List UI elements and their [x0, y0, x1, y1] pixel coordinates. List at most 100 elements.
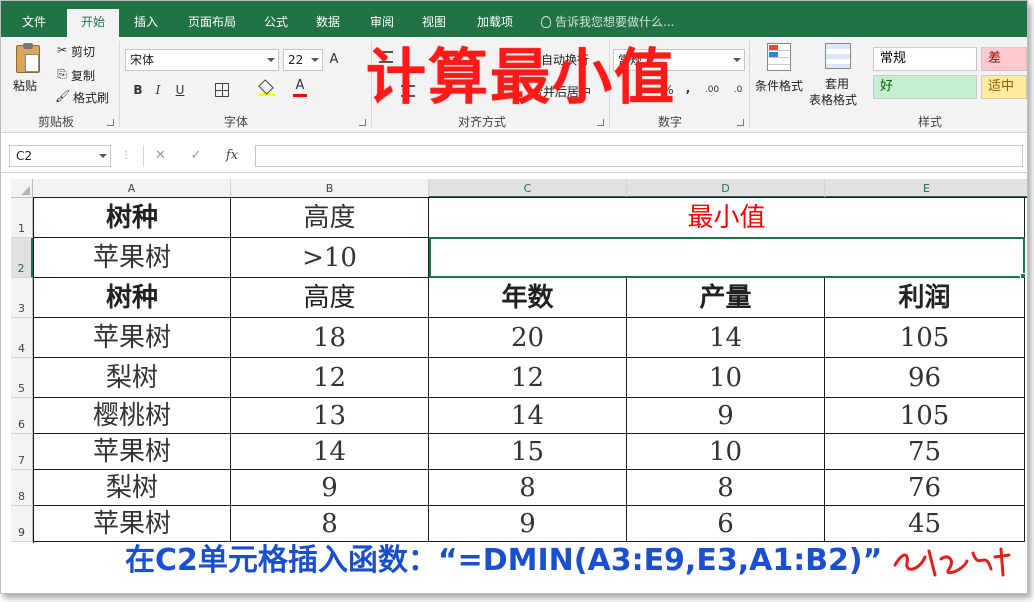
- cell-b8[interactable]: 9: [231, 470, 429, 506]
- column-header-a[interactable]: A: [33, 179, 231, 198]
- style-neutral[interactable]: 适中: [981, 75, 1027, 99]
- cell-a5[interactable]: 梨树: [34, 358, 231, 398]
- cell-a6[interactable]: 樱桃树: [34, 398, 231, 434]
- column-header-c[interactable]: C: [429, 179, 627, 198]
- clipboard-group-label: 剪贴板: [37, 115, 74, 129]
- cell-d6[interactable]: 9: [627, 398, 825, 434]
- row-header-3[interactable]: 3: [11, 278, 33, 318]
- cell-c5[interactable]: 12: [429, 358, 627, 398]
- cell-e7[interactable]: 75: [825, 434, 1025, 470]
- cell-d9[interactable]: 6: [627, 506, 825, 542]
- format-as-table-button[interactable]: 套用 表格格式: [809, 41, 869, 111]
- cell-c6[interactable]: 14: [429, 398, 627, 434]
- row-header-4[interactable]: 4: [11, 318, 33, 358]
- style-normal[interactable]: 常规: [873, 47, 977, 71]
- tell-me-text: 告诉我您想要做什么...: [555, 15, 675, 29]
- font-name-select[interactable]: 宋体: [125, 49, 279, 71]
- italic-button[interactable]: I: [151, 81, 165, 99]
- tab-view[interactable]: 视图: [413, 9, 455, 37]
- conditional-format-icon: [767, 43, 791, 71]
- cell-d3[interactable]: 产量: [627, 278, 825, 318]
- cell-c4[interactable]: 20: [429, 318, 627, 358]
- cell-e6[interactable]: 105: [825, 398, 1025, 434]
- tab-formulas[interactable]: 公式: [255, 9, 297, 37]
- cell-a2[interactable]: 苹果树: [34, 238, 231, 278]
- column-header-e[interactable]: E: [825, 179, 1027, 198]
- alignment-launcher-icon[interactable]: [597, 119, 604, 126]
- tab-insert[interactable]: 插入: [125, 9, 167, 37]
- font-size-select[interactable]: 22: [283, 49, 323, 71]
- cell-d5[interactable]: 10: [627, 358, 825, 398]
- cell-e3[interactable]: 利润: [825, 278, 1025, 318]
- cell-e4[interactable]: 105: [825, 318, 1025, 358]
- row-header-9[interactable]: 9: [11, 506, 33, 542]
- cell-a1[interactable]: 树种: [34, 198, 231, 238]
- column-header-b[interactable]: B: [231, 179, 429, 198]
- clipboard-launcher-icon[interactable]: [107, 119, 114, 126]
- border-icon[interactable]: [215, 83, 229, 97]
- number-launcher-icon[interactable]: [737, 119, 744, 126]
- tell-me-box[interactable]: 告诉我您想要做什么...: [541, 9, 674, 35]
- group-divider: [749, 41, 750, 127]
- formula-input[interactable]: [255, 145, 1023, 167]
- cell-b3[interactable]: 高度: [231, 278, 429, 318]
- select-all-button[interactable]: [11, 179, 33, 198]
- column-header-d[interactable]: D: [627, 179, 825, 198]
- cell-d8[interactable]: 8: [627, 470, 825, 506]
- insert-function-icon[interactable]: fx: [215, 145, 249, 167]
- cell-c9[interactable]: 9: [429, 506, 627, 542]
- tab-page-layout[interactable]: 页面布局: [177, 9, 247, 37]
- tab-addins[interactable]: 加载项: [467, 9, 523, 37]
- style-bad[interactable]: 差: [981, 47, 1027, 71]
- cell-b6[interactable]: 13: [231, 398, 429, 434]
- cell-c8[interactable]: 8: [429, 470, 627, 506]
- row-header-1[interactable]: 1: [11, 198, 33, 238]
- cell-d7[interactable]: 10: [627, 434, 825, 470]
- cell-b2[interactable]: >10: [231, 238, 429, 278]
- cell-b5[interactable]: 12: [231, 358, 429, 398]
- row-header-8[interactable]: 8: [11, 470, 33, 506]
- row-header-6[interactable]: 6: [11, 398, 33, 434]
- paste-button[interactable]: 粘贴: [11, 43, 45, 103]
- cell-d4[interactable]: 14: [627, 318, 825, 358]
- cell-c3[interactable]: 年数: [429, 278, 627, 318]
- row-header-7[interactable]: 7: [11, 434, 33, 470]
- format-painter-button[interactable]: 格式刷: [73, 89, 109, 106]
- font-launcher-icon[interactable]: [359, 119, 366, 126]
- tab-file[interactable]: 文件: [9, 9, 59, 37]
- left-margin: [1, 179, 11, 593]
- cell-a9[interactable]: 苹果树: [34, 506, 231, 542]
- fill-color-icon[interactable]: [258, 79, 275, 97]
- row-header-2[interactable]: 2: [11, 238, 33, 278]
- underline-button[interactable]: U: [173, 81, 187, 99]
- cell-c7[interactable]: 15: [429, 434, 627, 470]
- cell-a3[interactable]: 树种: [34, 278, 231, 318]
- name-box-value: C2: [16, 149, 33, 163]
- cell-b1[interactable]: 高度: [231, 198, 429, 238]
- decrease-decimal-button[interactable]: .0: [727, 81, 749, 99]
- cell-e9[interactable]: 45: [825, 506, 1025, 542]
- row-header-5[interactable]: 5: [11, 358, 33, 398]
- cell-a7[interactable]: 苹果树: [34, 434, 231, 470]
- cell-b9[interactable]: 8: [231, 506, 429, 542]
- tab-home[interactable]: 开始: [67, 9, 119, 37]
- cell-a8[interactable]: 梨树: [34, 470, 231, 506]
- copy-button[interactable]: 复制: [71, 67, 95, 84]
- conditional-format-button[interactable]: 条件格式: [755, 41, 805, 111]
- cancel-icon[interactable]: ✕: [143, 145, 177, 167]
- cell-e5[interactable]: 96: [825, 358, 1025, 398]
- enter-icon[interactable]: ✓: [181, 145, 211, 167]
- name-box[interactable]: C2: [9, 145, 111, 167]
- tab-data[interactable]: 数据: [307, 9, 349, 37]
- style-good[interactable]: 好: [873, 75, 977, 99]
- cell-a4[interactable]: 苹果树: [34, 318, 231, 358]
- cell-b4[interactable]: 18: [231, 318, 429, 358]
- cell-b7[interactable]: 14: [231, 434, 429, 470]
- cell-c1-merged[interactable]: 最小值: [429, 198, 1025, 238]
- bold-button[interactable]: B: [131, 81, 145, 99]
- tab-review[interactable]: 审阅: [361, 9, 403, 37]
- cell-c2-selected[interactable]: [429, 237, 1025, 278]
- font-color-icon[interactable]: A: [293, 79, 307, 99]
- cut-button[interactable]: 剪切: [71, 43, 95, 60]
- cell-e8[interactable]: 76: [825, 470, 1025, 506]
